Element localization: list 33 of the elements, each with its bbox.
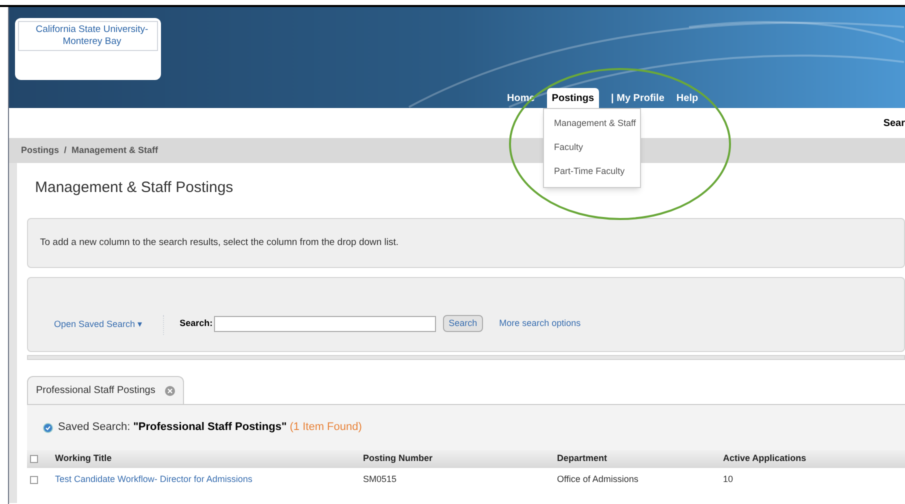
search-field[interactable]: [214, 316, 436, 332]
search-button[interactable]: Search: [442, 315, 484, 332]
posting-link[interactable]: Test Candidate Workflow- Director for Admissions: [55, 472, 363, 486]
column-header[interactable]: Working Title: [55, 452, 363, 466]
search-label: Search:: [180, 316, 213, 330]
column-header[interactable]: Department: [557, 452, 723, 466]
logo-alt-text: California State University- Monterey Bay: [18, 21, 158, 51]
nav-tab[interactable]: Help: [676, 88, 698, 108]
header-search-label: Sear: [883, 116, 905, 130]
close-icon[interactable]: [165, 386, 176, 396]
open-saved-search-link[interactable]: Open Saved Search ▾: [54, 315, 164, 335]
tab-label: Professional Staff Postings: [36, 384, 156, 398]
saved-search-title: Saved Search: "Professional Staff Postings" (1 Item Found): [58, 420, 362, 436]
column-header[interactable]: Active Applications: [723, 452, 863, 466]
dropdown-item[interactable]: Part-Time Faculty: [544, 160, 640, 184]
select-all-checkbox[interactable]: [30, 455, 38, 463]
row-checkbox[interactable]: [30, 476, 38, 484]
table-cell-text: Office of Admissions: [557, 472, 640, 486]
more-search-options-link[interactable]: More search options: [499, 316, 581, 330]
info-text: To add a new column to the search results, select the column from the drop down list.: [40, 236, 399, 250]
breadcrumb-item[interactable]: Postings: [21, 144, 60, 158]
breadcrumb-item[interactable]: Management & Staff: [72, 144, 158, 158]
dropdown-item[interactable]: Management & Staff: [544, 112, 640, 136]
nav-tab[interactable]: Postings: [546, 88, 600, 108]
check-icon: [43, 422, 53, 432]
column-header[interactable]: Posting Number: [363, 452, 557, 466]
breadcrumb-separator: /: [64, 144, 67, 157]
table-cell-text: 10: [723, 472, 734, 486]
results-tab[interactable]: Professional Staff Postings: [27, 376, 184, 404]
nav-tab[interactable]: | My Profile: [611, 88, 664, 108]
table-cell-text: SM0515: [363, 472, 398, 486]
page-title: Management & Staff Postings: [35, 178, 234, 198]
dropdown-item[interactable]: Faculty: [544, 136, 640, 160]
